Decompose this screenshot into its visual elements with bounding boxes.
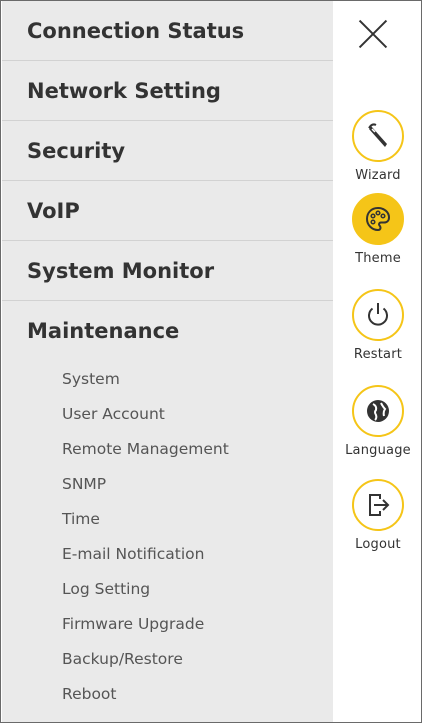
menu-item-maintenance[interactable]: Maintenance bbox=[2, 301, 333, 361]
main-menu: Connection Status Network Setting Securi… bbox=[2, 1, 333, 723]
submenu-item-time[interactable]: Time bbox=[2, 501, 333, 536]
submenu-item-firmware-upgrade[interactable]: Firmware Upgrade bbox=[2, 606, 333, 641]
logout-label: Logout bbox=[355, 537, 401, 552]
language-button[interactable]: Language bbox=[333, 385, 421, 458]
submenu-item-diagnostic[interactable]: Diagnostic bbox=[2, 711, 333, 723]
menu-item-voip[interactable]: VoIP bbox=[2, 181, 333, 241]
submenu-item-remote-management[interactable]: Remote Management bbox=[2, 431, 333, 466]
submenu-item-backup-restore[interactable]: Backup/Restore bbox=[2, 641, 333, 676]
submenu-item-snmp[interactable]: SNMP bbox=[2, 466, 333, 501]
side-panel: Wizard Theme Restart Language Logout bbox=[333, 1, 421, 722]
theme-button[interactable]: Theme bbox=[333, 193, 421, 266]
submenu-item-email-notification[interactable]: E-mail Notification bbox=[2, 536, 333, 571]
submenu-item-user-account[interactable]: User Account bbox=[2, 396, 333, 431]
menu-item-system-monitor[interactable]: System Monitor bbox=[2, 241, 333, 301]
close-icon[interactable] bbox=[355, 15, 393, 53]
logout-button[interactable]: Logout bbox=[333, 479, 421, 552]
globe-icon bbox=[352, 385, 404, 437]
menu-item-security[interactable]: Security bbox=[2, 121, 333, 181]
theme-label: Theme bbox=[355, 251, 401, 266]
menu-item-network-setting[interactable]: Network Setting bbox=[2, 61, 333, 121]
submenu-item-system[interactable]: System bbox=[2, 361, 333, 396]
submenu-item-reboot[interactable]: Reboot bbox=[2, 676, 333, 711]
wizard-button[interactable]: Wizard bbox=[333, 110, 421, 183]
wizard-wand-icon bbox=[352, 110, 404, 162]
restart-button[interactable]: Restart bbox=[333, 289, 421, 362]
restart-label: Restart bbox=[353, 347, 403, 362]
submenu-item-log-setting[interactable]: Log Setting bbox=[2, 571, 333, 606]
logout-icon bbox=[352, 479, 404, 531]
language-label: Language bbox=[345, 443, 411, 458]
close-icon-mask bbox=[393, 27, 421, 41]
wizard-label: Wizard bbox=[355, 168, 401, 183]
menu-item-connection-status[interactable]: Connection Status bbox=[2, 1, 333, 61]
app-frame: Connection Status Network Setting Securi… bbox=[0, 0, 422, 723]
theme-palette-icon bbox=[352, 193, 404, 245]
power-icon bbox=[352, 289, 404, 341]
maintenance-submenu: System User Account Remote Management SN… bbox=[2, 361, 333, 723]
